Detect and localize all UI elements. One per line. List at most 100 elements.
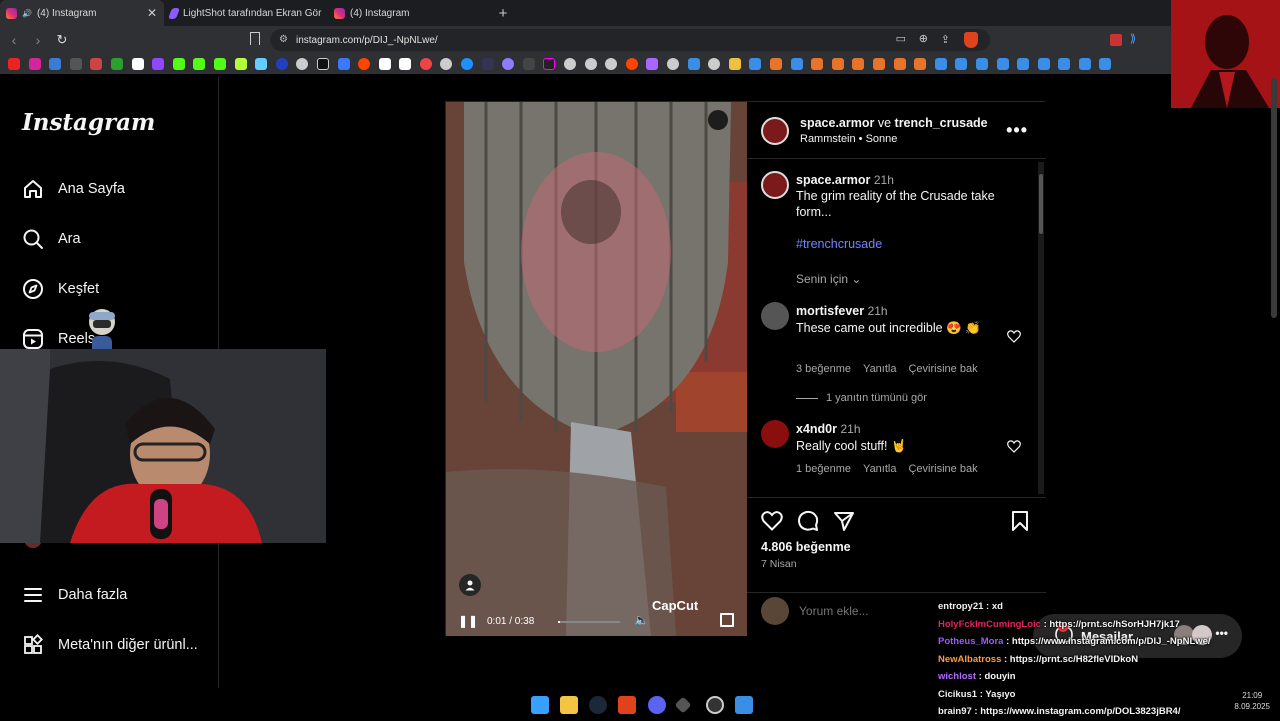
bookmark-icon[interactable] [543,58,556,70]
steam-bookmark-icon[interactable] [1017,58,1030,70]
share-icon[interactable] [833,510,855,537]
app-icon[interactable] [735,696,753,714]
instagram-bookmark-icon[interactable] [28,58,41,70]
scrollbar-thumb[interactable] [1039,174,1043,234]
bookmark-icon[interactable] [378,58,391,70]
sidebar-item-home[interactable]: Ana Sayfa [22,178,125,200]
comment-user[interactable]: mortisfever [796,304,864,318]
url-field[interactable]: ⚙ instagram.com/p/DIJ_-NpNLwe/ ⇪ ⊕ ▭ [270,29,990,51]
close-tab-icon[interactable]: ✕ [146,6,158,20]
speaker-icon[interactable]: 🔊 [22,9,32,18]
reddit-bookmark-icon[interactable] [358,58,371,70]
zoom-icon[interactable]: ⊕ [919,32,928,45]
bookmark-icon[interactable] [605,58,618,70]
bookmark-icon[interactable] [872,58,885,70]
bookmark-icon[interactable] [769,58,782,70]
bookmark-icon[interactable] [131,58,144,70]
hashtag-link[interactable]: #trenchcrusade [796,236,1028,252]
comment-user[interactable]: x4nd0r [796,422,837,436]
site-info-icon[interactable]: ⚙ [279,34,288,45]
file-explorer-icon[interactable] [560,696,578,714]
bookmark-icon[interactable] [337,58,350,70]
reply-button[interactable]: Yanıtla [863,463,896,475]
kick-bookmark-icon[interactable] [213,58,226,70]
brave-icon[interactable] [618,696,636,714]
bookmark-icon[interactable] [667,58,679,70]
sidebar-item-more[interactable]: Daha fazla [22,584,127,606]
forward-icon[interactable]: › [28,32,48,48]
steam-bookmark-icon[interactable] [1058,58,1071,70]
like-comment-icon[interactable] [1007,440,1021,453]
system-clock[interactable]: 21:09 8.09.2025 [1234,690,1270,712]
steam-icon[interactable] [589,696,607,714]
comments-scrollbar[interactable] [1038,162,1044,494]
mute-icon[interactable]: 🔈 [634,613,649,627]
amazon-bookmark-icon[interactable] [399,58,412,70]
bookmark-icon[interactable] [584,58,597,70]
kick-bookmark-icon[interactable] [193,58,206,70]
audio-link[interactable]: Rammstein • Sonne [800,133,897,145]
steam-bookmark-icon[interactable] [934,58,947,70]
tab-instagram-active[interactable]: 🔊 (4) Instagram ✕ [0,0,164,26]
steam-bookmark-icon[interactable] [975,58,988,70]
pause-icon[interactable]: ❚❚ [458,614,478,628]
sidebar-item-search[interactable]: Ara [22,228,81,250]
bookmark-icon[interactable] [687,58,700,70]
see-translation-link[interactable]: Senin için ⌄ [796,271,1028,287]
comment-icon[interactable] [797,510,819,537]
tagged-user-icon[interactable] [459,574,481,596]
app-icon[interactable] [674,696,692,714]
bookmark-icon[interactable] [461,58,474,70]
sidebar-item-meta[interactable]: Meta'nın diğer ürünl... [22,634,198,656]
avatar[interactable] [761,597,789,625]
extension-icon[interactable]: ⟫ [1130,32,1136,45]
bookmark-icon[interactable] [893,58,906,70]
steam-bookmark-icon[interactable] [749,58,762,70]
steam-bookmark-icon[interactable] [1037,58,1050,70]
brave-shield-icon[interactable] [964,32,978,48]
bookmark-icon[interactable] [440,58,453,70]
comment-likes[interactable]: 3 beğenme [796,363,851,375]
steam-bookmark-icon[interactable] [1099,58,1112,70]
avatar[interactable] [761,171,789,199]
new-tab-button[interactable]: + [492,5,514,22]
bookmark-icon[interactable] [296,58,309,70]
reload-icon[interactable]: ↻ [52,32,72,48]
bookmark-icon[interactable] [481,58,494,70]
share-icon[interactable]: ⇪ [941,33,950,46]
youtube-bookmark-icon[interactable] [8,58,20,70]
tab-lightshot[interactable]: LightShot tarafından Ekran Görüntüsü [164,0,328,26]
save-icon[interactable] [1011,510,1029,537]
bookmark-icon[interactable] [646,58,659,70]
reply-button[interactable]: Yanıtla [863,363,896,375]
more-options-icon[interactable]: ••• [1006,120,1028,141]
bookmark-icon[interactable] [811,58,824,70]
back-icon[interactable]: ‹ [4,32,24,48]
like-comment-icon[interactable] [1007,330,1021,343]
like-icon[interactable] [761,511,783,536]
comment-likes[interactable]: 1 beğenme [796,463,851,475]
bookmark-icon[interactable] [255,58,268,70]
tab-instagram-2[interactable]: (4) Instagram [328,0,492,26]
windows-start-icon[interactable] [531,696,549,714]
translate-button[interactable]: Çevirisine bak [908,363,977,375]
translate-button[interactable]: Çevirisine bak [908,463,977,475]
bookmark-icon[interactable] [564,58,577,70]
bookmark-icon[interactable] [708,58,721,70]
drive-bookmark-icon[interactable] [110,58,123,70]
steam-bookmark-icon[interactable] [955,58,968,70]
bookmark-icon[interactable] [831,58,844,70]
avatar[interactable] [761,117,789,145]
bookmark-icon[interactable] [250,32,260,45]
page-scrollbar[interactable] [1271,78,1277,318]
bookmark-icon[interactable] [914,58,927,70]
steam-bookmark-icon[interactable] [996,58,1009,70]
view-replies-button[interactable]: 1 yanıtın tümünü gör [796,392,927,404]
folder-bookmark-icon[interactable] [728,58,741,70]
bookmark-icon[interactable] [234,58,247,70]
bookmark-icon[interactable] [69,58,82,70]
bookmark-icon[interactable] [49,58,62,70]
avatar[interactable] [761,302,789,330]
bookmark-icon[interactable] [502,58,515,70]
kick-bookmark-icon[interactable] [172,58,185,70]
